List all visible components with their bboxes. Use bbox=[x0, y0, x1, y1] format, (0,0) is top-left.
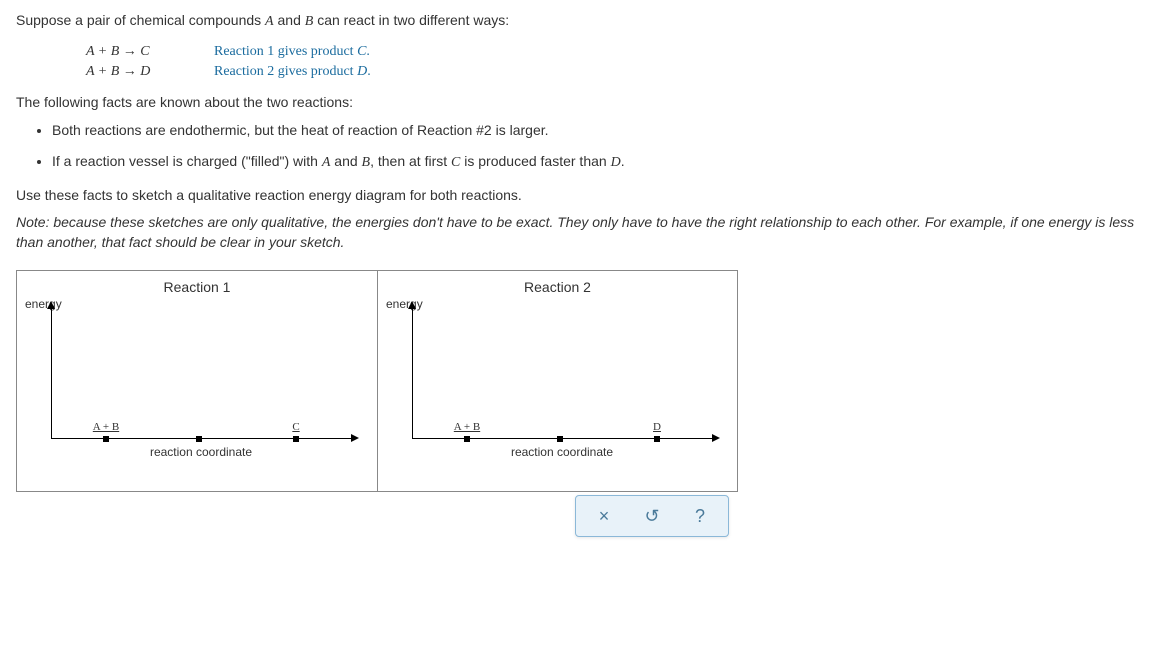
diagram-title-2: Reaction 2 bbox=[390, 279, 725, 295]
intro-text: Suppose a pair of chemical compounds A a… bbox=[16, 12, 1146, 30]
product-point-2[interactable] bbox=[654, 436, 660, 442]
y-axis-2 bbox=[412, 307, 413, 439]
facts-list: Both reactions are endothermic, but the … bbox=[52, 120, 1146, 173]
reaction-row-1: A + B → C Reaction 1 gives product C. bbox=[86, 44, 1146, 60]
reactant-label-2: A + B bbox=[454, 421, 480, 433]
facts-intro: The following facts are known about the … bbox=[16, 94, 1146, 110]
rc-axis-label-2: reaction coordinate bbox=[402, 445, 722, 459]
instruction-line: Use these facts to sketch a qualitative … bbox=[16, 187, 1146, 203]
product-label-1: C bbox=[292, 421, 299, 433]
y-axis-1 bbox=[51, 307, 52, 439]
fact-1: Both reactions are endothermic, but the … bbox=[52, 120, 1146, 141]
reactions-block: A + B → C Reaction 1 gives product C. A … bbox=[86, 44, 1146, 80]
note-label: Note: bbox=[16, 214, 49, 230]
reactant-point-1[interactable] bbox=[103, 436, 109, 442]
transition-point-2[interactable] bbox=[557, 436, 563, 442]
product-label-2: D bbox=[653, 421, 661, 433]
fact-2: If a reaction vessel is charged ("filled… bbox=[52, 151, 1146, 173]
reactant-label-1: A + B bbox=[93, 421, 119, 433]
reaction-eq-2: A + B → D bbox=[86, 64, 196, 80]
diagram-panel-2[interactable]: Reaction 2 energy A + B D reaction coord… bbox=[377, 271, 737, 491]
rc-axis-label-1: reaction coordinate bbox=[41, 445, 361, 459]
diagrams-container: Reaction 1 energy A + B C reaction coord… bbox=[16, 270, 738, 492]
help-icon: ? bbox=[695, 506, 705, 527]
help-button[interactable]: ? bbox=[676, 500, 724, 532]
x-axis-1 bbox=[51, 438, 353, 439]
reactant-point-2[interactable] bbox=[464, 436, 470, 442]
reset-button[interactable]: ↺ bbox=[628, 500, 676, 532]
answer-toolbar: × ↺ ? bbox=[575, 495, 729, 537]
reaction-row-2: A + B → D Reaction 2 gives product D. bbox=[86, 64, 1146, 80]
chart-area-1[interactable]: A + B C reaction coordinate bbox=[41, 307, 361, 457]
reaction-eq-1: A + B → C bbox=[86, 44, 196, 60]
diagram-title-1: Reaction 1 bbox=[29, 279, 365, 295]
clear-button[interactable]: × bbox=[580, 500, 628, 532]
note-body: because these sketches are only qualitat… bbox=[16, 214, 1134, 250]
reaction-desc-2: Reaction 2 gives product D. bbox=[214, 64, 371, 80]
note-text: Note: because these sketches are only qu… bbox=[16, 213, 1146, 252]
chart-area-2[interactable]: A + B D reaction coordinate bbox=[402, 307, 722, 457]
transition-point-1[interactable] bbox=[196, 436, 202, 442]
reaction-desc-1: Reaction 1 gives product C. bbox=[214, 44, 370, 60]
undo-icon: ↺ bbox=[644, 506, 659, 527]
x-axis-2 bbox=[412, 438, 714, 439]
product-point-1[interactable] bbox=[293, 436, 299, 442]
close-icon: × bbox=[599, 506, 610, 527]
diagram-panel-1[interactable]: Reaction 1 energy A + B C reaction coord… bbox=[17, 271, 377, 491]
